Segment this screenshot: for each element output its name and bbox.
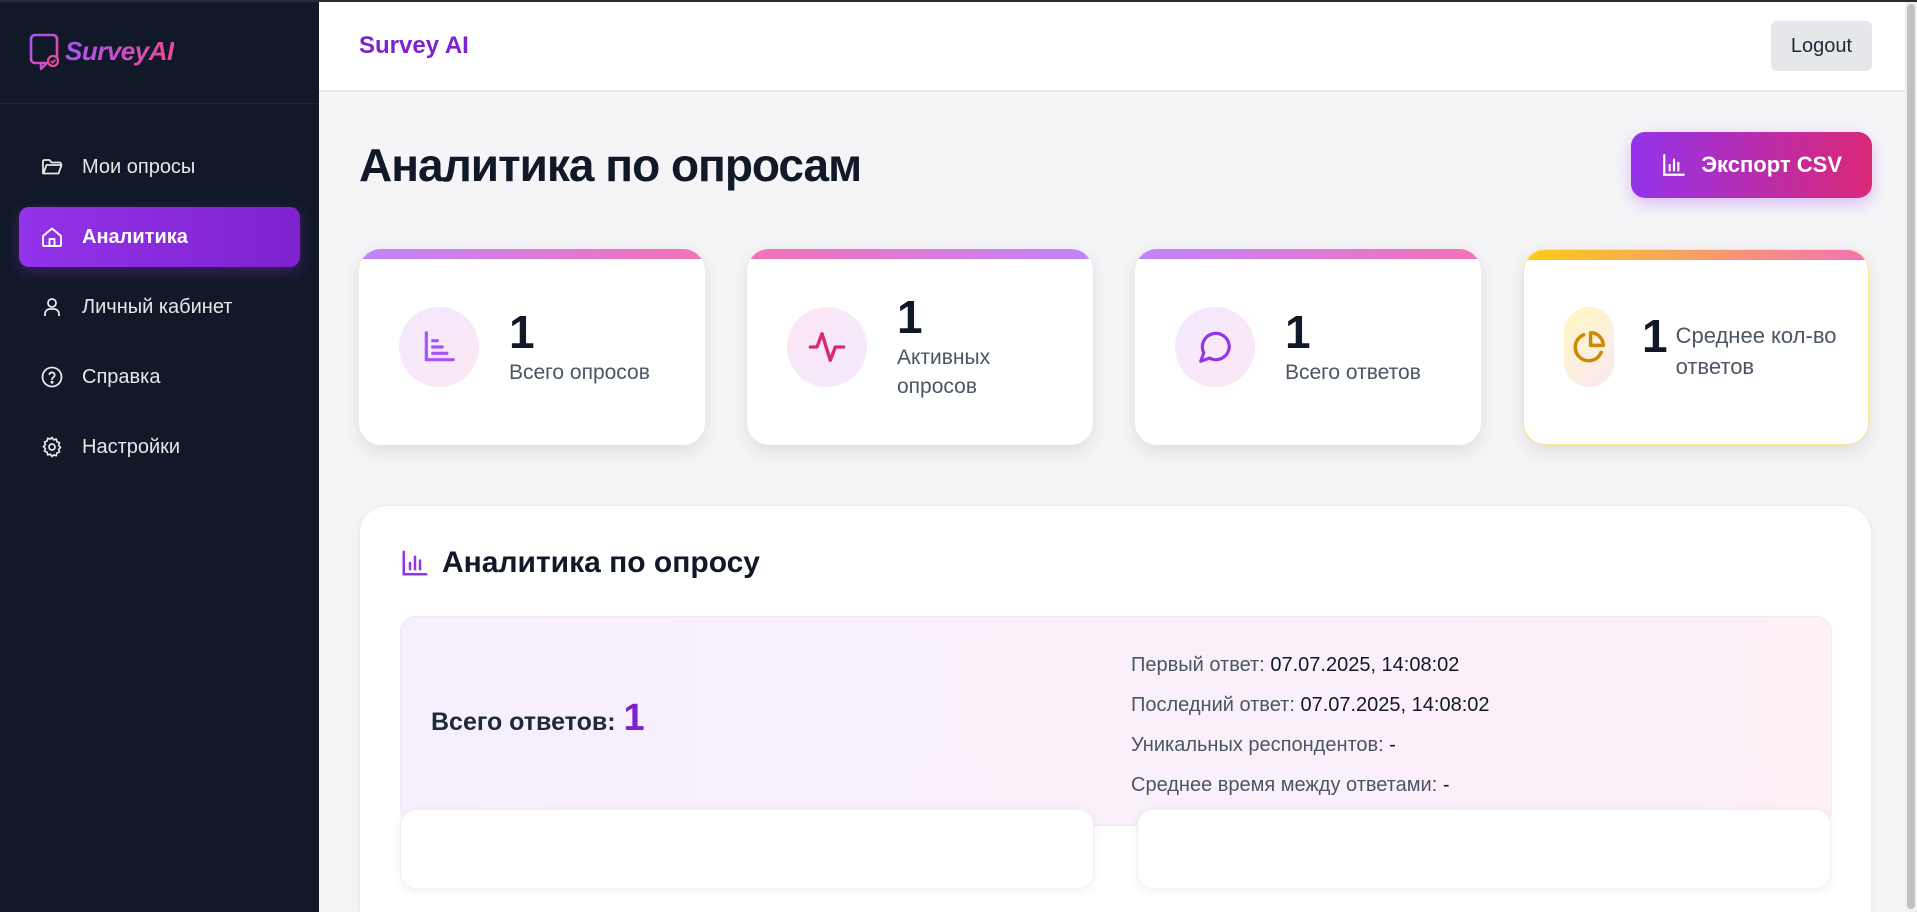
card-value: 1 [1642,310,1668,363]
subpanel-right [1137,809,1831,889]
sidebar-item-help[interactable]: Справка [19,347,300,407]
card-accent-bar [1135,249,1481,259]
stat-avg-time-between: Среднее время между ответами: - [1131,765,1490,805]
folder-icon [39,154,65,180]
stat-card-avg-responses: 1 Среднее кол-во ответов [1523,249,1869,445]
stat-value: 07.07.2025, 14:08:02 [1270,654,1460,676]
response-stats: Первый ответ: 07.07.2025, 14:08:02 После… [1131,645,1490,805]
stat-card-total-surveys: 1 Всего опросов [359,249,705,445]
card-label: Всего ответов [1285,360,1421,384]
scrollbar-thumb[interactable] [1907,4,1915,909]
pie-chart-icon [1564,307,1614,387]
card-label: Среднее кол-во ответов [1675,323,1837,379]
home-icon [39,224,65,250]
stat-cards: 1 Всего опросов 1 Активных опросов 1 Все… [359,249,1872,445]
sidebar-item-label: Мои опросы [82,155,196,178]
header-title[interactable]: Survey AI [359,32,469,60]
help-circle-icon [39,364,65,390]
panel-title: Аналитика по опросу [400,546,760,580]
sidebar-item-settings[interactable]: Настройки [19,417,300,477]
message-circle-icon [1175,307,1255,387]
export-label: Экспорт CSV [1701,152,1842,177]
card-label: Всего опросов [509,360,650,384]
stat-label: Среднее время между ответами: [1131,774,1438,796]
stat-value: - [1389,734,1396,756]
total-responses: Всего ответов: 1 [431,697,645,740]
page-title: Аналитика по опросам [359,139,862,191]
bar-chart-icon [399,307,479,387]
stat-value: 07.07.2025, 14:08:02 [1300,694,1490,716]
bar-chart-icon [1661,152,1687,178]
sidebar-item-my-surveys[interactable]: Мои опросы [19,137,300,197]
user-icon [39,294,65,320]
window-top-border [0,0,1917,2]
top-header: Survey AI Logout [319,2,1917,92]
subpanel-left [400,809,1094,889]
sidebar-item-label: Аналитика [82,225,188,248]
sidebar-item-analytics[interactable]: Аналитика [19,207,300,267]
card-value: 1 [1285,306,1311,358]
stat-label: Последний ответ: [1131,694,1295,716]
activity-icon [787,307,867,387]
bar-chart-icon [400,548,430,578]
stat-unique-respondents: Уникальных респондентов: - [1131,725,1490,765]
page-scrollbar[interactable] [1905,2,1917,912]
card-value: 1 [509,306,535,358]
response-summary: Всего ответов: 1 Первый ответ: 07.07.202… [400,616,1832,826]
stat-label: Уникальных респондентов: [1131,734,1384,756]
sidebar-item-label: Настройки [82,435,181,458]
card-value: 1 [897,291,923,344]
total-value: 1 [623,697,645,739]
card-accent-bar [359,249,705,259]
title-row: Аналитика по опросам Экспорт CSV [359,132,1872,198]
logout-button[interactable]: Logout [1770,21,1872,71]
sidebar-nav: Мои опросы Аналитика Личный кабинет Спра… [0,104,319,477]
logo[interactable]: SurveyAI [0,0,319,104]
survey-analytics-panel: Аналитика по опросу Всего ответов: 1 Пер… [359,505,1872,912]
stat-last-response: Последний ответ: 07.07.2025, 14:08:02 [1131,685,1490,725]
stat-value: - [1442,774,1450,796]
logo-text: SurveyAI [65,36,174,66]
card-accent-bar [747,249,1093,259]
export-csv-button[interactable]: Экспорт CSV [1631,132,1872,198]
card-accent-bar [1524,250,1868,260]
panel-title-text: Аналитика по опросу [442,546,760,579]
sidebar-item-label: Личный кабинет [82,295,233,318]
sidebar-item-account[interactable]: Личный кабинет [19,277,300,337]
total-label: Всего ответов: [431,708,616,736]
card-label: Активных опросов [897,345,991,399]
stat-card-total-responses: 1 Всего ответов [1135,249,1481,445]
gear-icon [39,434,65,460]
survey-logo-icon [29,33,60,70]
stat-card-active-surveys: 1 Активных опросов [747,249,1093,445]
sidebar: SurveyAI Мои опросы Аналитика Личный каб… [0,0,319,912]
stat-label: Первый ответ: [1131,654,1265,676]
stat-first-response: Первый ответ: 07.07.2025, 14:08:02 [1131,645,1490,685]
sidebar-item-label: Справка [82,365,161,388]
